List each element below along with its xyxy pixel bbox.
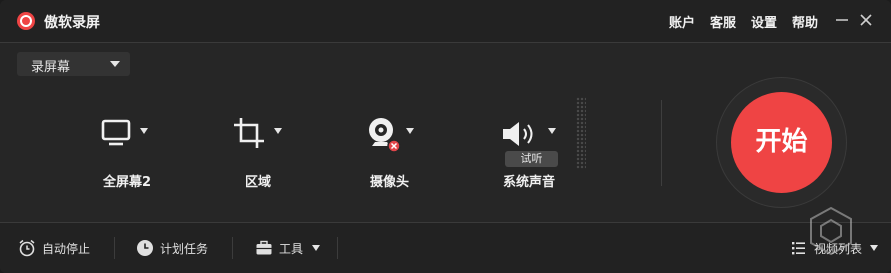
alarm-clock-icon <box>18 239 36 257</box>
video-list-caret-icon[interactable] <box>870 245 878 251</box>
record-mode-label: 录屏幕 <box>31 60 71 75</box>
bottom-toolbar: 自动停止 计划任务 工具 视频列表 <box>0 222 891 273</box>
title-bar: 傲软录屏 账户 客服 设置 帮助 <box>0 0 891 43</box>
toolbar-divider <box>114 237 115 259</box>
system-audio-label: 系统声音 <box>503 175 556 190</box>
help-link[interactable]: 帮助 <box>792 12 818 31</box>
fullscreen-option[interactable]: 全屏幕2 <box>100 116 160 190</box>
record-mode-dropdown[interactable]: 录屏幕 <box>17 52 130 76</box>
fullscreen-label: 全屏幕2 <box>103 175 152 190</box>
drag-grip[interactable] <box>576 97 586 169</box>
app-window: 傲软录屏 账户 客服 设置 帮助 录屏幕 全屏幕2 区域 摄像头 系统声音 试听… <box>0 0 891 273</box>
minimize-icon[interactable] <box>833 11 851 29</box>
monitor-icon <box>100 118 134 152</box>
start-button[interactable]: 开始 <box>731 92 832 193</box>
account-link[interactable]: 账户 <box>669 12 695 31</box>
region-option[interactable]: 区域 <box>232 116 292 190</box>
close-icon[interactable] <box>857 11 875 29</box>
speaker-icon <box>500 118 540 154</box>
webcam-icon <box>364 116 404 160</box>
clock-icon <box>136 239 154 257</box>
webcam-label: 摄像头 <box>370 175 410 190</box>
test-listen-button[interactable]: 试听 <box>505 151 558 167</box>
tools-button[interactable]: 工具 <box>279 240 303 257</box>
toolbar-divider <box>337 237 338 259</box>
settings-link[interactable]: 设置 <box>751 12 777 31</box>
list-icon <box>790 239 808 257</box>
fullscreen-caret-icon[interactable] <box>140 128 148 134</box>
auto-stop-button[interactable]: 自动停止 <box>42 240 90 257</box>
toolbox-icon <box>255 239 273 257</box>
schedule-task-button[interactable]: 计划任务 <box>160 240 208 257</box>
divider <box>661 100 662 186</box>
service-link[interactable]: 客服 <box>710 12 736 31</box>
crop-icon <box>232 116 266 154</box>
webcam-caret-icon[interactable] <box>406 128 414 134</box>
app-title: 傲软录屏 <box>44 15 100 31</box>
webcam-option[interactable]: 摄像头 <box>364 116 424 190</box>
audio-caret-icon[interactable] <box>548 128 556 134</box>
region-label: 区域 <box>245 175 272 190</box>
toolbar-divider <box>232 237 233 259</box>
chevron-down-icon <box>110 61 120 67</box>
region-caret-icon[interactable] <box>274 128 282 134</box>
watermark-logo-icon <box>808 206 854 256</box>
tools-caret-icon[interactable] <box>312 245 320 251</box>
app-logo-icon <box>16 11 36 31</box>
